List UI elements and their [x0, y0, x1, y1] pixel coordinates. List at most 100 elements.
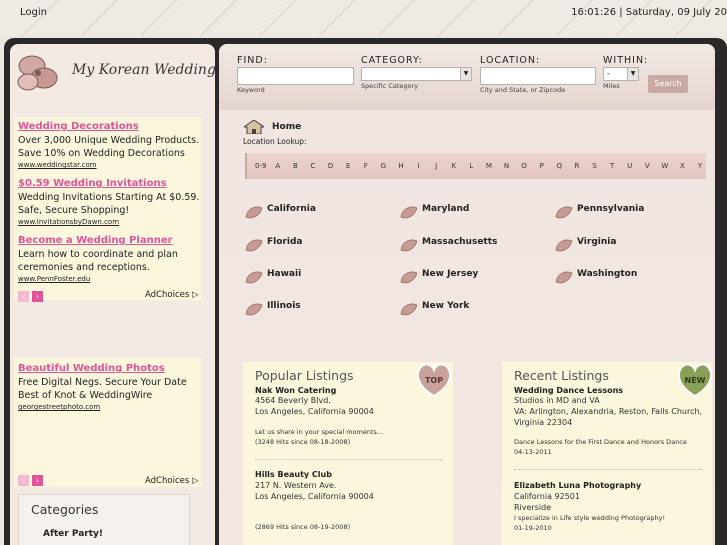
site-logo[interactable]: My Korean Wedding	[14, 48, 216, 100]
location-label: LOCATION:	[480, 55, 541, 66]
chevron-down-icon: ▼	[627, 68, 638, 80]
alphabet-letter-link[interactable]: L	[463, 162, 481, 170]
search-button[interactable]: Search	[648, 75, 688, 93]
top-badge-icon: TOP	[416, 363, 452, 398]
alphabet-letter-link[interactable]: V	[638, 162, 656, 170]
login-link[interactable]: Login	[20, 7, 47, 18]
listing-description: Dance Lessons for the First Dance and Ho…	[514, 438, 687, 446]
listing-address: Los Angeles, California 90004	[255, 492, 374, 501]
alphabet-letter-link[interactable]: W	[656, 162, 674, 170]
state-link[interactable]: Hawaii	[245, 262, 301, 285]
ad-url-link[interactable]: georgestreetphoto.com	[18, 403, 200, 411]
alphabet-letter-link[interactable]: Y	[691, 162, 709, 170]
state-name: Maryland	[422, 203, 470, 214]
alphabet-letter-link[interactable]: C	[304, 162, 322, 170]
state-name: California	[267, 203, 316, 214]
state-link[interactable]: Florida	[245, 230, 302, 253]
home-breadcrumb[interactable]: Home	[272, 122, 301, 132]
ad-title-link[interactable]: $0.59 Wedding Invitations	[18, 178, 200, 189]
petal-icon	[400, 271, 418, 284]
ad-title-link[interactable]: Wedding Decorations	[18, 121, 200, 132]
adchoices-link[interactable]: AdChoices ▷	[145, 290, 199, 300]
listing-address: 4564 Beverly Blvd.	[255, 396, 331, 405]
ad-pager: ‹ ›	[18, 475, 43, 486]
categories-title: Categories	[31, 502, 99, 517]
state-link[interactable]: Washington	[555, 262, 637, 285]
ad-prev-icon[interactable]: ‹	[18, 475, 29, 486]
ad-next-icon[interactable]: ›	[32, 475, 43, 486]
alphabet-letter-link[interactable]: X	[674, 162, 692, 170]
categories-panel: Categories After Party!	[18, 494, 190, 545]
petal-icon	[245, 206, 263, 219]
alphabet-letter-link[interactable]: B	[287, 162, 305, 170]
state-link[interactable]: Massachusetts	[400, 230, 497, 253]
alphabet-letter-link[interactable]: M	[480, 162, 498, 170]
adchoices-link[interactable]: AdChoices ▷	[145, 476, 199, 486]
ad-next-icon[interactable]: ›	[32, 291, 43, 302]
keyword-input[interactable]	[237, 67, 354, 85]
alphabet-letter-link[interactable]: P	[533, 162, 551, 170]
listing-name[interactable]: Elizabeth Luna Photography	[514, 481, 641, 490]
listing-name[interactable]: Nak Won Catering	[255, 386, 336, 395]
state-link[interactable]: Pennsylvania	[555, 197, 644, 220]
alphabet-letter-link[interactable]: E	[339, 162, 357, 170]
alphabet-letter-link[interactable]: F	[357, 162, 375, 170]
alphabet-letter-link[interactable]: R	[568, 162, 586, 170]
within-label: WITHIN:	[603, 55, 649, 66]
alphabet-letter-link[interactable]: I	[410, 162, 428, 170]
ad-title-link[interactable]: Beautiful Wedding Photos	[18, 363, 200, 374]
alphabet-letter-link[interactable]: Q	[551, 162, 569, 170]
ad-prev-icon[interactable]: ‹	[18, 291, 29, 302]
category-select[interactable]: ▼	[361, 67, 472, 81]
listing-name[interactable]: Wedding Dance Lessons	[514, 386, 623, 395]
alphabet-letter-link[interactable]: N	[498, 162, 516, 170]
state-link[interactable]: Maryland	[400, 197, 469, 220]
category-item[interactable]: After Party!	[43, 529, 103, 539]
alphabet-letter-link[interactable]: G	[375, 162, 393, 170]
find-label: FIND:	[237, 55, 268, 66]
within-sublabel: Miles	[603, 82, 620, 90]
alphabet-letter-link[interactable]: J	[427, 162, 445, 170]
listing-address: Riverside	[514, 503, 552, 512]
alphabet-letter-link[interactable]: D	[322, 162, 340, 170]
state-link[interactable]: Virginia	[555, 230, 616, 253]
ad-item: Become a Wedding Planner Learn how to co…	[18, 235, 200, 283]
petal-icon	[555, 206, 573, 219]
listing-hits: (3248 Hits since 08-18-2008)	[255, 438, 351, 446]
divider	[514, 469, 702, 470]
ad-title-link[interactable]: Become a Wedding Planner	[18, 235, 200, 246]
home-icon[interactable]	[244, 120, 264, 134]
state-link[interactable]: New York	[400, 294, 469, 317]
location-lookup-label: Location Lookup:	[243, 137, 307, 146]
state-name: Virginia	[577, 236, 617, 247]
petal-icon	[400, 239, 418, 252]
location-input[interactable]	[480, 67, 596, 85]
alphabet-letter-link[interactable]: O	[515, 162, 533, 170]
alphabet-letter-link[interactable]: H	[392, 162, 410, 170]
petal-icon	[245, 271, 263, 284]
alphabet-letter-link[interactable]: T	[603, 162, 621, 170]
listing-address: California 92501	[514, 492, 580, 501]
alphabet-letter-link[interactable]: U	[621, 162, 639, 170]
ad-url-link[interactable]: www.PennFoster.edu	[18, 275, 200, 283]
state-name: Hawaii	[267, 268, 302, 279]
state-link[interactable]: Illinois	[245, 294, 301, 317]
alphabet-letter-link[interactable]: K	[445, 162, 463, 170]
petal-icon	[555, 239, 573, 252]
listing-date: 01-19-2010	[514, 524, 552, 532]
top-bar: Login 16:01:26 | Saturday, 09 July 20	[0, 0, 727, 36]
alphabet-letter-link[interactable]: A	[269, 162, 287, 170]
state-name: Massachusetts	[422, 236, 498, 247]
listing-name[interactable]: Hills Beauty Club	[255, 470, 332, 479]
state-link[interactable]: California	[245, 197, 316, 220]
within-select[interactable]: - ▼	[603, 67, 639, 81]
alphabet-letter-link[interactable]: S	[586, 162, 604, 170]
state-name: Washington	[577, 268, 638, 279]
ad-url-link[interactable]: www.InvitationsbyDawn.com	[18, 218, 200, 226]
state-link[interactable]: New Jersey	[400, 262, 478, 285]
category-sublabel: Specific Category	[361, 82, 419, 90]
ad-item: $0.59 Wedding Invitations Wedding Invita…	[18, 178, 200, 226]
alphabet-letter-link[interactable]: 0-9	[255, 162, 269, 170]
recent-title: Recent Listings	[514, 368, 609, 383]
ad-url-link[interactable]: www.weddingstar.com	[18, 161, 200, 169]
